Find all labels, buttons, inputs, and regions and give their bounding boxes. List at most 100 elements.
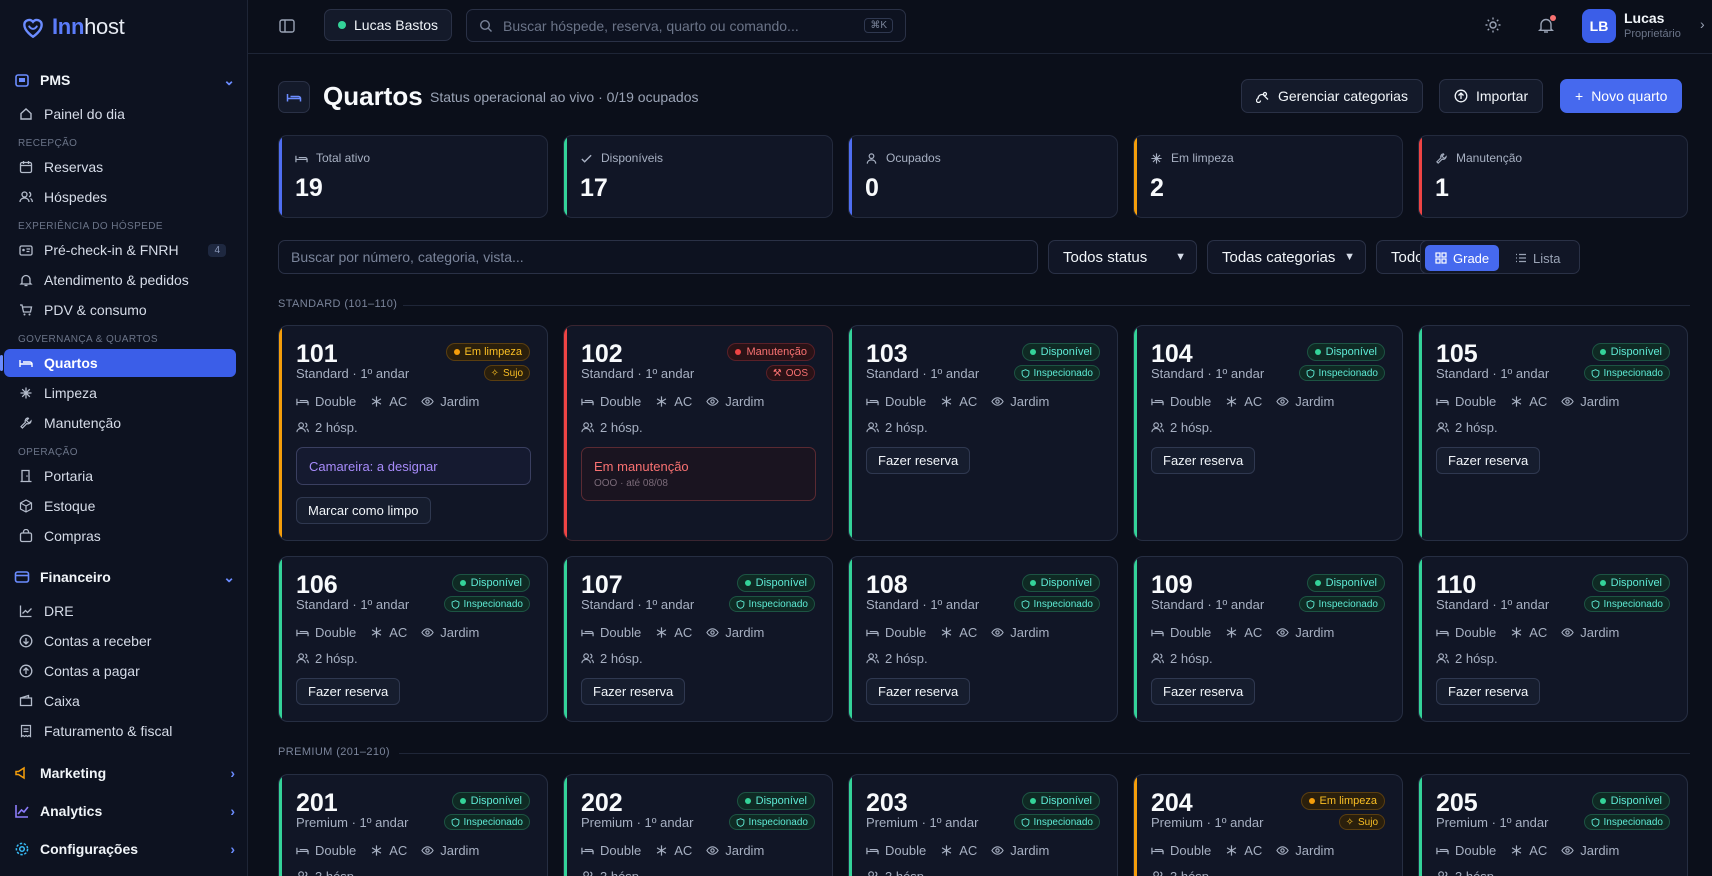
room-card[interactable]: 104 Standard · 1º andar Disponível Inspe…	[1133, 325, 1403, 541]
room-search-input[interactable]: Buscar por número, categoria, vista...	[278, 240, 1038, 274]
book-room-button[interactable]: Fazer reserva	[866, 678, 971, 705]
brand-name: Innhost	[52, 14, 125, 39]
status-dot	[338, 21, 346, 29]
list-view-button[interactable]: Lista	[1505, 245, 1570, 271]
sidebar-item-estoque[interactable]: Estoque	[4, 492, 236, 520]
nav-section-marketing[interactable]: Marketing ›	[14, 760, 235, 786]
bed-icon	[18, 355, 34, 371]
status-dot	[1599, 580, 1606, 586]
housekeeper-assign[interactable]: Camareira: a designar	[296, 447, 531, 485]
sidebar-item-dre[interactable]: DRE	[4, 597, 236, 625]
feature-bed: Double	[581, 394, 641, 409]
room-card[interactable]: 105 Standard · 1º andar Disponível Inspe…	[1418, 325, 1688, 541]
bell-icon[interactable]	[1536, 15, 1556, 35]
room-card[interactable]: 106 Standard · 1º andar Disponível Inspe…	[278, 556, 548, 722]
user-name[interactable]: Lucas	[1624, 10, 1664, 26]
room-category: Premium · 1º andar	[866, 815, 979, 830]
sidebar-item-atendimento[interactable]: Atendimento & pedidos	[4, 266, 236, 294]
room-number: 109	[1151, 571, 1193, 599]
notice-title: Em manutenção	[594, 459, 689, 474]
chevron-right-icon[interactable]: ›	[1700, 16, 1705, 32]
sidebar-item-faturamento[interactable]: Faturamento & fiscal	[4, 717, 236, 745]
condition-badge: Inspecionado	[1583, 814, 1670, 830]
avatar[interactable]: LB	[1582, 9, 1616, 43]
room-features: Double AC Jardim	[1436, 625, 1619, 640]
room-card[interactable]: 109 Standard · 1º andar Disponível Inspe…	[1133, 556, 1403, 722]
sidebar-item-painel[interactable]: Painel do dia	[4, 100, 236, 128]
room-card[interactable]: 205 Premium · 1º andar Disponível Inspec…	[1418, 774, 1688, 876]
users-icon	[1151, 870, 1164, 876]
room-card[interactable]: 204 Premium · 1º andar Em limpeza ✧ Sujo …	[1133, 774, 1403, 876]
mark-clean-button[interactable]: Marcar como limpo	[296, 497, 431, 524]
category-select[interactable]: Todas categorias ▼	[1207, 240, 1366, 274]
status-select[interactable]: Todos status ▼	[1048, 240, 1197, 274]
feature-view: Jardim	[706, 625, 764, 640]
sidebar-item-label: Estoque	[44, 498, 96, 514]
status-badge: Disponível	[451, 792, 530, 810]
import-button[interactable]: Importar	[1439, 79, 1544, 113]
sidebar-item-receber[interactable]: Contas a receber	[4, 627, 236, 655]
book-room-button[interactable]: Fazer reserva	[1151, 678, 1256, 705]
nav-section-configuracoes[interactable]: Configurações ›	[14, 836, 235, 862]
bed-icon	[866, 844, 879, 857]
sidebar-item-limpeza[interactable]: Limpeza	[4, 379, 236, 407]
room-features: Double AC Jardim	[296, 843, 479, 858]
book-room-button[interactable]: Fazer reserva	[296, 678, 401, 705]
room-card[interactable]: 110 Standard · 1º andar Disponível Inspe…	[1418, 556, 1688, 722]
room-capacity: 3 hósp.	[866, 869, 928, 876]
room-card[interactable]: 201 Premium · 1º andar Disponível Inspec…	[278, 774, 548, 876]
assign-label: Camareira: a designar	[309, 458, 438, 474]
grid-view-button[interactable]: Grade	[1425, 245, 1500, 271]
sidebar-item-hospedes[interactable]: Hóspedes	[4, 183, 236, 211]
bed-icon	[1151, 395, 1164, 408]
users-icon	[1436, 421, 1449, 434]
room-card[interactable]: 101 Standard · 1º andar Em limpeza ✧ Sujo…	[278, 325, 548, 541]
brand-logo[interactable]: Innhost	[0, 0, 247, 54]
sidebar-item-label: Contas a pagar	[44, 663, 140, 679]
room-card[interactable]: 102 Standard · 1º andar Manutenção ⚒ OOS …	[563, 325, 833, 541]
room-card[interactable]: 203 Premium · 1º andar Disponível Inspec…	[848, 774, 1118, 876]
room-card[interactable]: 202 Premium · 1º andar Disponível Inspec…	[563, 774, 833, 876]
room-capacity: 2 hósp.	[866, 651, 928, 666]
book-room-button[interactable]: Fazer reserva	[581, 678, 686, 705]
book-room-button[interactable]: Fazer reserva	[1436, 447, 1541, 474]
nav-section-label: Marketing	[40, 765, 107, 781]
room-category: Standard · 1º andar	[296, 597, 410, 612]
sidebar-item-caixa[interactable]: Caixa	[4, 687, 236, 715]
sidebar-item-compras[interactable]: Compras	[4, 522, 236, 550]
nav-section-label: Financeiro	[40, 569, 111, 585]
room-card[interactable]: 103 Standard · 1º andar Disponível Inspe…	[848, 325, 1118, 541]
sidebar-item-manutencao[interactable]: Manutenção	[4, 409, 236, 437]
sidebar-item-pagar[interactable]: Contas a pagar	[4, 657, 236, 685]
stat-label: Em limpeza	[1150, 151, 1234, 165]
room-category: Standard · 1º andar	[581, 597, 695, 612]
room-card[interactable]: 108 Standard · 1º andar Disponível Inspe…	[848, 556, 1118, 722]
sidebar-item-pdv[interactable]: PDV & consumo	[4, 296, 236, 324]
new-room-button[interactable]: + Novo quarto	[1560, 79, 1683, 113]
nav-section-analytics[interactable]: Analytics ›	[14, 798, 235, 824]
nav-section-financeiro[interactable]: Financeiro ⌄	[14, 564, 235, 590]
sidebar-toggle-icon[interactable]	[278, 17, 296, 35]
room-features: Double AC Jardim	[1151, 843, 1334, 858]
status-dot	[735, 349, 742, 355]
property-selector[interactable]: Lucas Bastos	[324, 9, 453, 41]
sidebar-item-portaria[interactable]: Portaria	[4, 462, 236, 490]
room-category: Premium · 1º andar	[581, 815, 694, 830]
nav-section-pms[interactable]: PMS ⌄	[14, 67, 235, 93]
global-search[interactable]: Buscar hóspede, reserva, quarto ou coman…	[466, 9, 906, 42]
sidebar-item-quartos[interactable]: Quartos	[0, 349, 236, 377]
book-room-button[interactable]: Fazer reserva	[866, 447, 971, 474]
feature-view: Jardim	[1276, 843, 1334, 858]
manage-categories-button[interactable]: Gerenciar categorias	[1241, 79, 1423, 113]
sun-icon[interactable]	[1483, 15, 1503, 35]
receipt-icon	[18, 723, 34, 739]
book-room-button[interactable]: Fazer reserva	[1151, 447, 1256, 474]
room-card[interactable]: 107 Standard · 1º andar Disponível Inspe…	[563, 556, 833, 722]
user-icon	[865, 152, 878, 165]
sidebar-item-precheckin[interactable]: Pré-check-in & FNRH 4	[4, 236, 236, 264]
room-category: Standard · 1º andar	[866, 597, 980, 612]
sidebar-item-reservas[interactable]: Reservas	[4, 153, 236, 181]
book-room-button[interactable]: Fazer reserva	[1436, 678, 1541, 705]
bed-icon	[1436, 395, 1449, 408]
room-features: Double AC Jardim	[296, 394, 479, 409]
